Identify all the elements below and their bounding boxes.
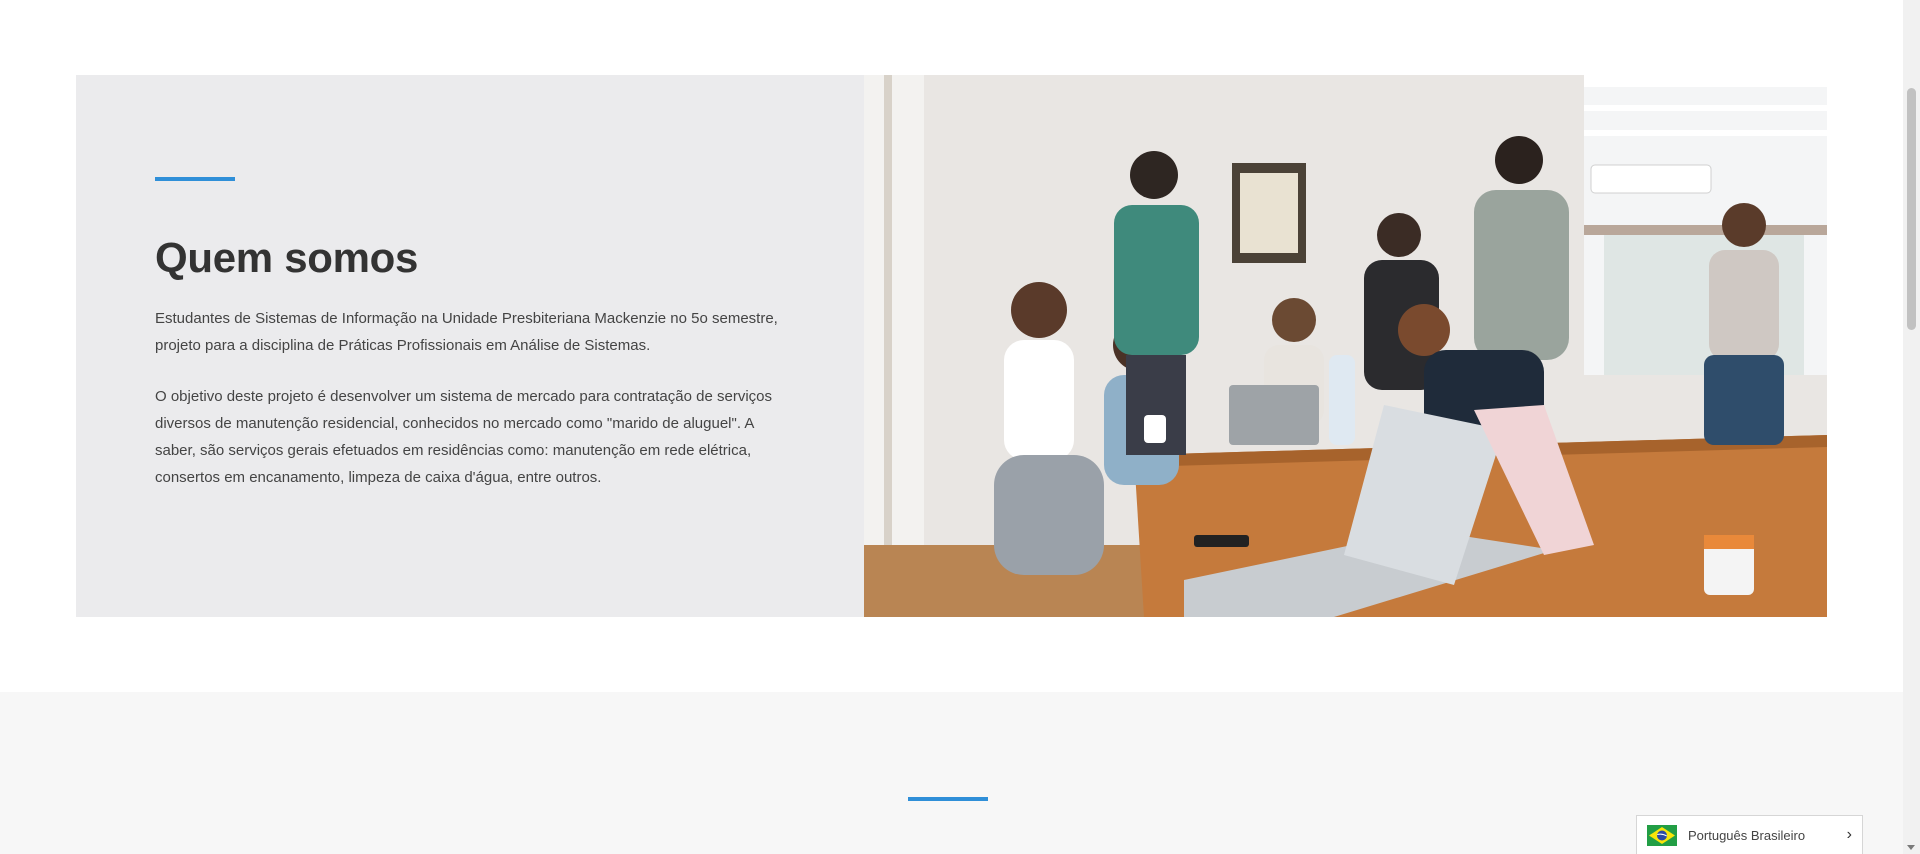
language-label: Português Brasileiro — [1688, 827, 1806, 843]
team-photo — [864, 75, 1827, 617]
next-section-accent-line — [908, 797, 988, 801]
about-paragraph-intro: Estudantes de Sistemas de Informação na … — [155, 310, 778, 354]
language-switcher[interactable]: Português Brasileiro › — [1636, 815, 1863, 854]
about-section: Quem somos Estudantes de Sistemas de Inf… — [76, 75, 1827, 617]
page: Quem somos Estudantes de Sistemas de Inf… — [0, 0, 1920, 854]
vertical-scrollbar[interactable] — [1903, 0, 1920, 854]
about-paragraph-objective: O objetivo deste projeto é desenvolver u… — [155, 388, 772, 486]
scroll-down-arrow-icon[interactable] — [1907, 845, 1915, 850]
next-section — [0, 692, 1903, 854]
about-title: Quem somos — [155, 234, 419, 281]
scrollbar-thumb[interactable] — [1907, 88, 1916, 330]
chevron-right-icon: › — [1846, 826, 1852, 843]
brazil-flag-icon — [1647, 824, 1677, 846]
title-accent-line — [155, 177, 235, 181]
about-text-panel: Quem somos Estudantes de Sistemas de Inf… — [76, 75, 864, 617]
